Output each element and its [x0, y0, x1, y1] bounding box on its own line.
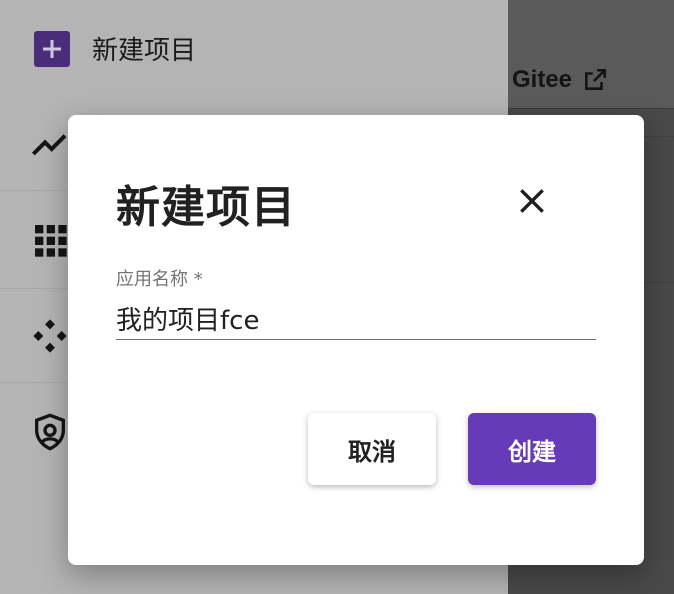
close-button[interactable] [512, 181, 552, 221]
apps-grid-icon[interactable] [30, 220, 70, 260]
new-project-nav-item[interactable]: 新建项目 [34, 30, 196, 67]
diamond-shapes-icon[interactable] [30, 316, 70, 356]
gitee-link-label: Gitee [512, 66, 573, 93]
trending-up-icon[interactable] [30, 124, 70, 164]
new-project-dialog: 新建项目 应用名称 * 取消 创建 [68, 115, 644, 565]
app-name-label: 应用名称 * [116, 269, 203, 290]
top-header: Gitee [508, 0, 674, 109]
app-name-field: 应用名称 * [116, 265, 596, 340]
gitee-link[interactable]: Gitee [512, 66, 608, 94]
app-name-input[interactable] [116, 299, 596, 340]
plus-icon [34, 30, 70, 67]
close-icon [520, 189, 544, 213]
create-button[interactable]: 创建 [468, 413, 596, 485]
shield-account-icon[interactable] [30, 412, 70, 452]
open-in-new-icon [585, 68, 607, 90]
new-project-nav-label: 新建项目 [92, 36, 197, 66]
dialog-title: 新建项目 [116, 182, 296, 233]
cancel-button[interactable]: 取消 [308, 413, 436, 485]
